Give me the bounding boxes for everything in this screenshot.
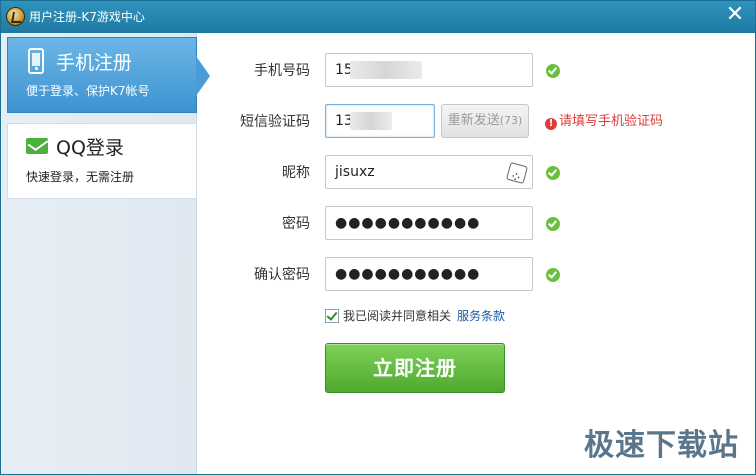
agree-checkbox[interactable] [325,309,339,323]
tab-title: QQ登录 [56,137,124,159]
nickname-label: 昵称 [282,165,310,181]
tab-phone-register[interactable]: 手机注册 便于登录、保护K7帐号 [7,37,210,113]
tab-subtitle: 便于登录、保护K7帐号 [26,84,150,98]
check-ok-icon [546,268,560,282]
resend-countdown: (73) [499,114,523,127]
agreement-row: 我已阅读并同意相关 服务条款 [325,308,505,324]
sms-code-input[interactable]: 13 [325,104,435,138]
watermark: 极速下载站 [584,428,739,463]
error-icon: ! [545,118,557,130]
mail-icon [26,138,48,154]
password-label: 密码 [282,216,310,232]
phone-label: 手机号码 [254,63,310,79]
title-bar[interactable]: 用户注册-K7游戏中心 ✕ [1,1,755,33]
check-ok-icon [546,217,560,231]
confirm-password-value: ●●●●●●●●●●● [335,266,481,282]
resend-button[interactable]: 重新发送(73) [441,104,529,138]
redaction-mask [350,61,422,79]
confirm-password-label: 确认密码 [254,267,310,283]
tab-title: 手机注册 [56,52,133,74]
register-button[interactable]: 立即注册 [325,343,505,393]
terms-link[interactable]: 服务条款 [457,309,505,323]
nickname-input[interactable]: jisuxz [325,155,533,189]
check-ok-icon [546,166,560,180]
window-title: 用户注册-K7游戏中心 [29,10,145,24]
agree-text: 我已阅读并同意相关 [343,309,452,323]
close-button[interactable]: ✕ [723,3,747,27]
check-ok-icon [546,64,560,78]
sidebar: 手机注册 便于登录、保护K7帐号 QQ登录 快速登录，无需注册 [1,33,210,474]
registration-form: 手机号码 15 短信验证码 13 重新发送(73) ! 请填写手机验证码 昵称 j… [197,33,755,474]
tab-qq-login[interactable]: QQ登录 快速登录，无需注册 [7,123,197,199]
password-input[interactable]: ●●●●●●●●●●● [325,206,533,240]
close-icon: ✕ [725,2,745,27]
sms-error-message: ! 请填写手机验证码 [545,114,663,130]
confirm-password-input[interactable]: ●●●●●●●●●●● [325,257,533,291]
redaction-mask [350,112,392,130]
phone-input[interactable]: 15 [325,53,533,87]
registration-window: 用户注册-K7游戏中心 ✕ 手机注册 便于登录、保护K7帐号 QQ登录 快速登录… [0,0,756,475]
tab-subtitle: 快速登录，无需注册 [26,170,135,184]
k7-logo-icon [6,7,25,26]
password-value: ●●●●●●●●●●● [335,215,481,231]
dice-icon[interactable] [505,161,529,185]
error-text: 请填写手机验证码 [559,114,664,129]
nickname-value: jisuxz [335,164,375,180]
resend-label: 重新发送 [447,113,500,128]
phone-icon [28,48,44,74]
sms-label: 短信验证码 [240,114,310,130]
